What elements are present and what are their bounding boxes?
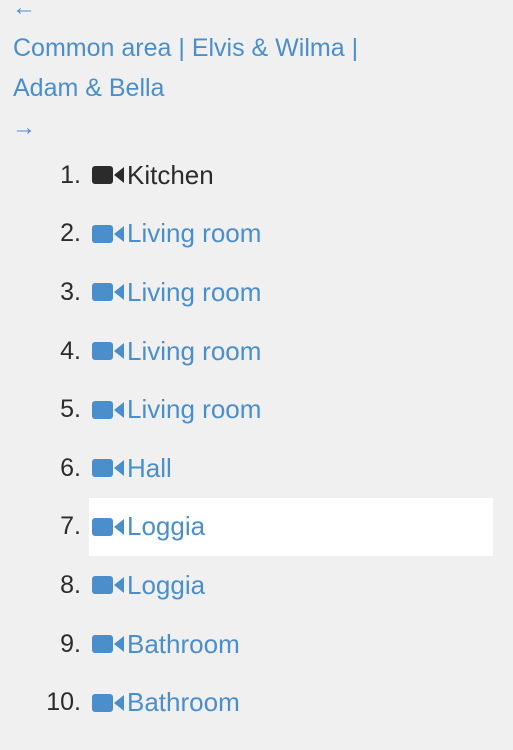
breadcrumb-item-common-area[interactable]: Common area — [13, 34, 171, 62]
list-item-number: 10. — [46, 688, 81, 717]
camera-link-living-room[interactable]: Living room — [127, 394, 261, 425]
camera-link-bathroom[interactable]: Bathroom — [127, 687, 240, 718]
next-arrow-link[interactable]: → — [12, 116, 36, 140]
video-camera-icon — [92, 224, 124, 243]
camera-link-loggia[interactable]: Loggia — [127, 511, 205, 542]
camera-list-item: 6. Hall — [0, 439, 513, 498]
camera-list-item: 2. Living room — [0, 205, 513, 264]
camera-list-item-highlighted: 7. Loggia — [0, 497, 513, 557]
breadcrumb-separator: | — [178, 34, 185, 62]
camera-list-item: 4. Living room — [0, 322, 513, 381]
video-camera-icon — [92, 283, 124, 302]
breadcrumb-item-elvis-wilma[interactable]: Elvis & Wilma — [192, 34, 345, 62]
camera-link-loggia[interactable]: Loggia — [127, 570, 205, 601]
camera-list-item: 10. Bathroom — [0, 673, 513, 732]
list-item-number: 9. — [60, 629, 81, 658]
list-item-number: 5. — [60, 395, 81, 424]
list-item-number: 8. — [60, 570, 81, 599]
video-camera-icon — [92, 400, 124, 419]
list-item-number: 6. — [60, 453, 81, 482]
breadcrumb-separator: | — [351, 34, 359, 62]
camera-list: 1. Kitchen 2. Living room 3. Living room… — [0, 146, 513, 732]
list-item-number: 3. — [60, 277, 81, 306]
video-camera-icon — [92, 576, 124, 595]
list-item-number: 2. — [60, 219, 81, 248]
video-camera-icon — [92, 693, 124, 712]
video-camera-icon — [92, 459, 124, 478]
breadcrumb-item-adam-bella[interactable]: Adam & Bella — [13, 74, 164, 102]
camera-list-item: 5. Living room — [0, 380, 513, 439]
camera-link-bathroom[interactable]: Bathroom — [127, 629, 240, 660]
camera-link-living-room[interactable]: Living room — [127, 336, 261, 367]
video-camera-icon — [92, 635, 124, 654]
video-camera-icon — [92, 166, 124, 185]
list-item-number: 4. — [60, 336, 81, 365]
video-camera-icon — [92, 342, 124, 361]
camera-label-kitchen: Kitchen — [127, 159, 214, 190]
camera-link-hall[interactable]: Hall — [127, 453, 172, 484]
camera-link-living-room[interactable]: Living room — [127, 218, 261, 249]
camera-list-item: 1. Kitchen — [0, 146, 513, 205]
video-camera-icon — [92, 517, 124, 536]
camera-list-item: 9. Bathroom — [0, 615, 513, 674]
camera-list-item: 8. Loggia — [0, 556, 513, 615]
list-item-number: 1. — [60, 160, 81, 189]
list-item-number: 7. — [60, 512, 81, 541]
camera-list-item: 3. Living room — [0, 263, 513, 322]
camera-link-living-room[interactable]: Living room — [127, 277, 261, 308]
breadcrumb: Common area | Elvis & Wilma | Adam & Bel… — [13, 28, 433, 108]
previous-arrow-link[interactable]: ← — [12, 0, 36, 20]
